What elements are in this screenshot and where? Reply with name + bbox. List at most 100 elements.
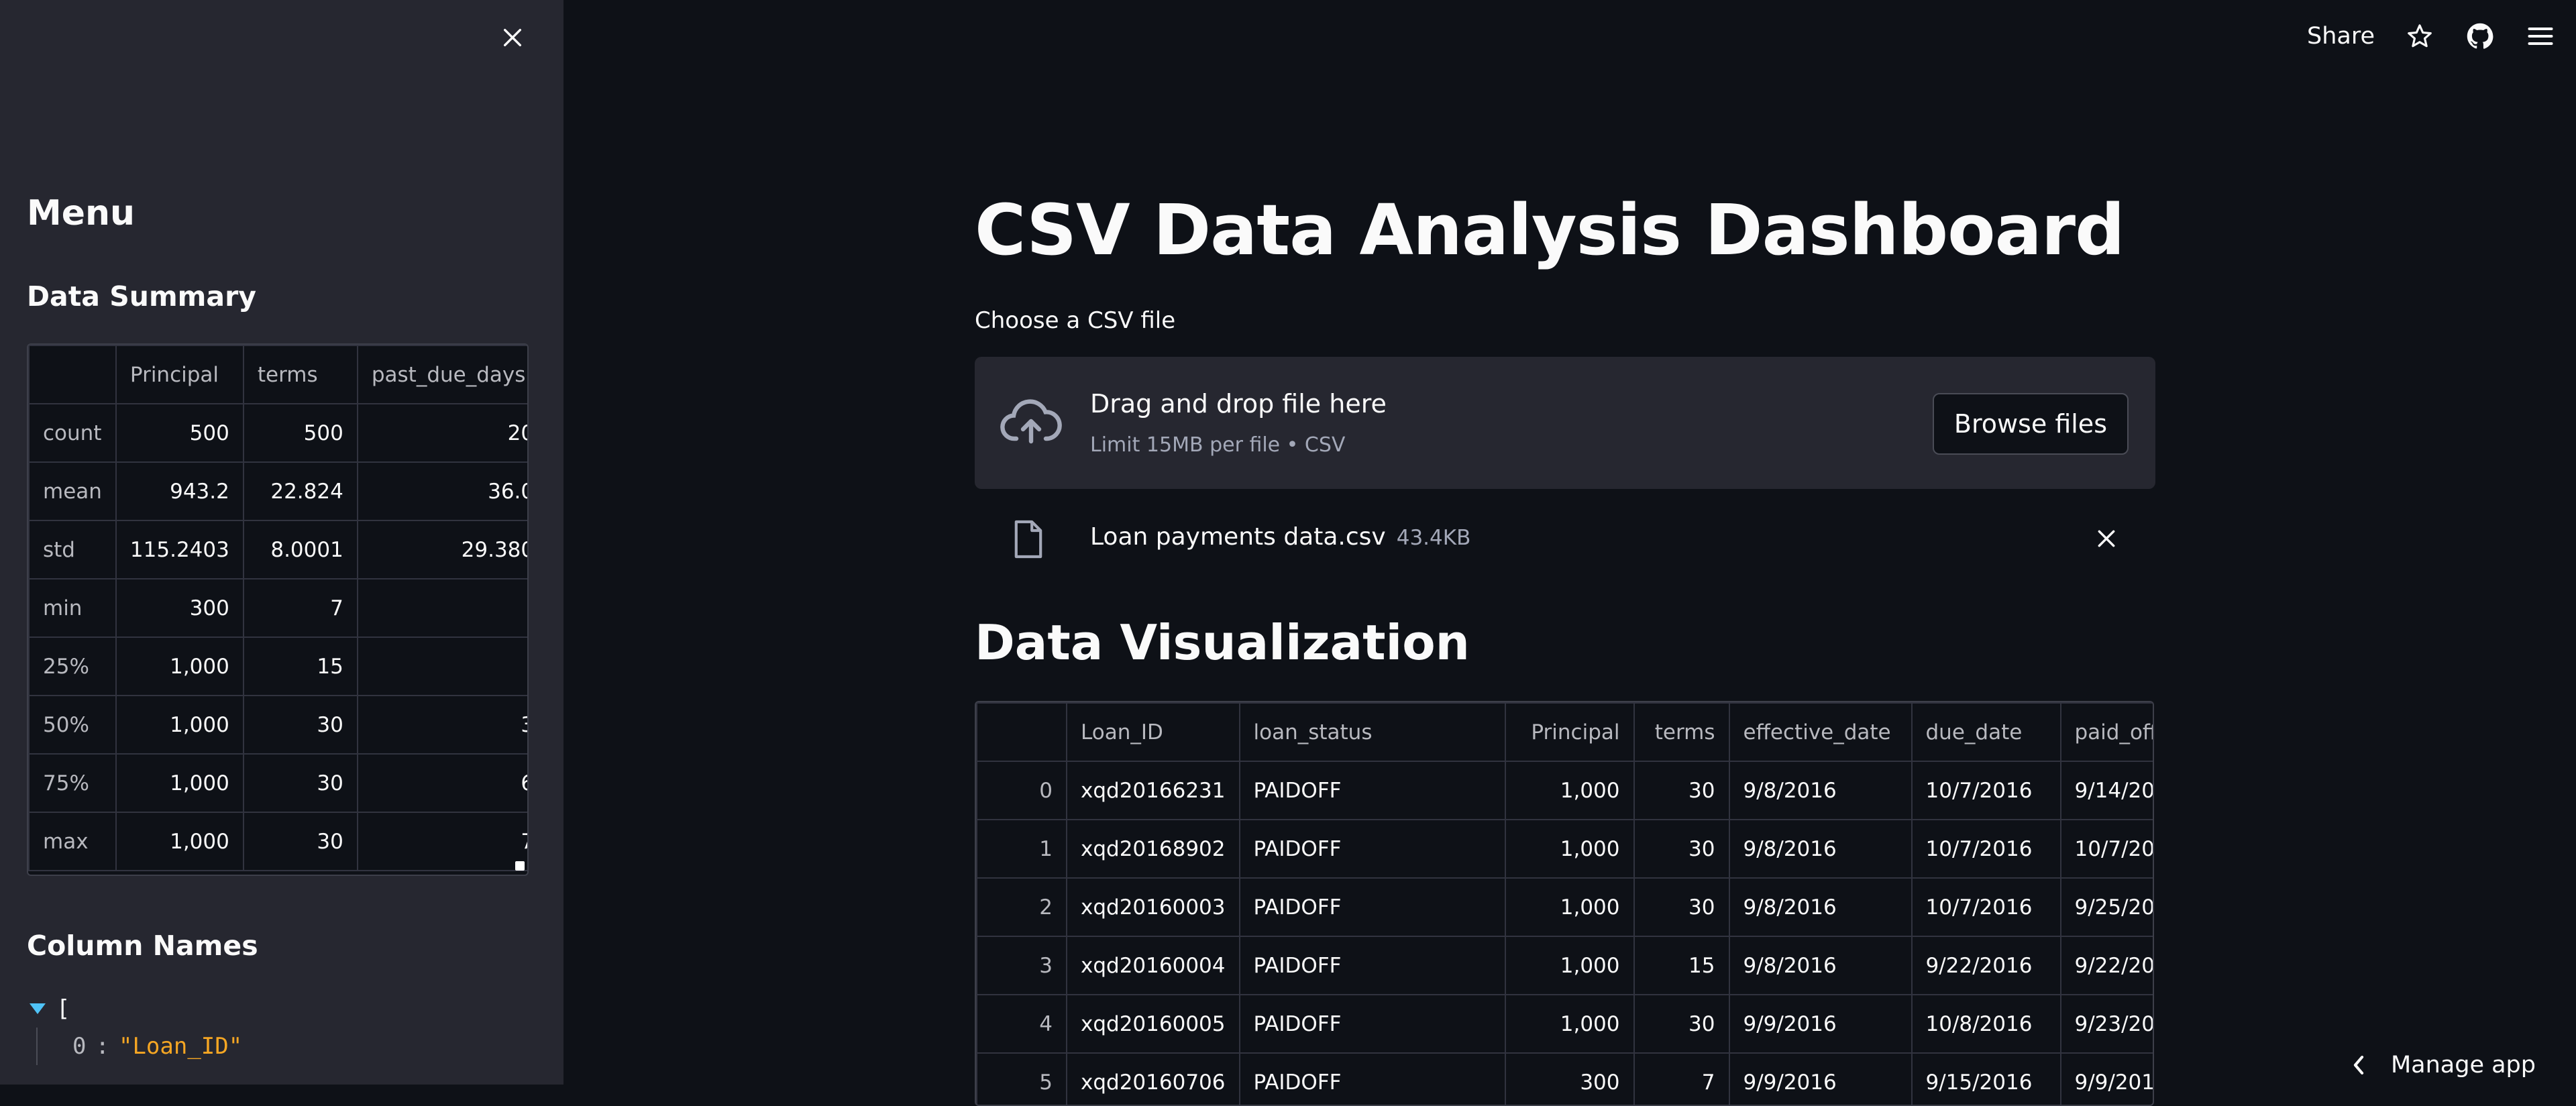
summary-row: 25%1,000153 — [28, 637, 527, 696]
chevron-left-icon — [2353, 1056, 2364, 1074]
summary-column-header: terms — [242, 345, 358, 404]
uploaded-file-name: Loan payments data.csv — [1090, 523, 1386, 551]
summary-cell: 30 — [242, 695, 358, 755]
github-button[interactable] — [2465, 21, 2496, 52]
dropzone-instructions: Drag and drop file here — [1090, 389, 1387, 419]
star-button[interactable] — [2404, 21, 2435, 52]
close-sidebar-button[interactable] — [494, 19, 531, 56]
table-row: 1 xqd20168902 PAIDOFF 1,000 30 9/8/2016 10/7/2… — [976, 819, 2153, 879]
table-cell: PAIDOFF — [1238, 1052, 1506, 1105]
data-visualization-title: Data Visualization — [975, 614, 1470, 671]
summary-cell: 1,000 — [115, 753, 244, 813]
hamburger-menu-icon — [2528, 27, 2553, 46]
json-entry-separator: : — [95, 1033, 109, 1060]
summary-row-label: std — [28, 520, 117, 579]
sidebar: Menu Data Summary Principal terms past_due… — [0, 0, 564, 1085]
data-column-header: Principal — [1504, 702, 1635, 762]
uploaded-file-row: Loan payments data.csv 43.4KB — [975, 511, 2155, 567]
data-column-header: due_date — [1911, 702, 2061, 762]
summary-row: min30071 — [28, 578, 527, 638]
summary-cell: 29.3809 — [356, 520, 527, 579]
summary-row-label: mean — [28, 461, 117, 521]
table-cell: 30 — [1633, 994, 1730, 1054]
app-toolbar: Share — [2307, 13, 2556, 59]
table-cell: 30 — [1633, 819, 1730, 879]
summary-cell: 1 — [356, 578, 527, 638]
summary-cell: 30 — [242, 812, 358, 871]
loan-data-table[interactable]: Loan_ID loan_status Principal terms effectiv… — [975, 701, 2154, 1106]
table-cell: 9/22/2016 — [1911, 936, 2061, 995]
main-menu-button[interactable] — [2525, 21, 2556, 52]
summary-row: max1,0003076 — [28, 812, 527, 871]
table-cell: xqd20166231 — [1066, 761, 1240, 820]
table-cell: 1,000 — [1504, 936, 1635, 995]
row-index: 2 — [976, 877, 1067, 937]
close-icon — [2098, 530, 2115, 547]
delete-file-button[interactable] — [2090, 522, 2123, 555]
table-cell: 15 — [1633, 936, 1730, 995]
table-cell: 10/7/2016 9:00 — [2059, 819, 2153, 879]
data-column-header — [976, 702, 1067, 762]
summary-column-header: Principal — [115, 345, 244, 404]
row-index: 5 — [976, 1052, 1067, 1105]
table-cell: 9/14/2016 19:31 — [2059, 761, 2153, 820]
summary-cell: 60 — [356, 753, 527, 813]
collapse-caret-icon[interactable] — [30, 1003, 46, 1014]
data-column-header: terms — [1633, 702, 1730, 762]
summary-row-label: max — [28, 812, 117, 871]
file-dropzone[interactable]: Drag and drop file here Limit 15MB per f… — [975, 357, 2155, 489]
table-cell: 9/23/2016 21:36 — [2059, 994, 2153, 1054]
dropzone-limit-text: Limit 15MB per file • CSV — [1090, 433, 1346, 457]
table-cell: xqd20160004 — [1066, 936, 1240, 995]
sidebar-menu-title: Menu — [27, 193, 136, 233]
table-cell: 9/22/2016 20:00 — [2059, 936, 2153, 995]
row-index: 4 — [976, 994, 1067, 1054]
table-row: 2 xqd20160003 PAIDOFF 1,000 30 9/8/2016 10/7/2… — [976, 877, 2153, 937]
summary-row: count500500200 — [28, 403, 527, 463]
column-names-title: Column Names — [27, 930, 258, 962]
summary-column-header: past_due_days — [356, 345, 527, 404]
summary-cell: 36.01 — [356, 461, 527, 521]
page-title: CSV Data Analysis Dashboard — [975, 189, 2125, 271]
summary-row-label: 50% — [28, 695, 117, 755]
table-cell: 9/8/2016 — [1728, 761, 1913, 820]
summary-cell: 8.0001 — [242, 520, 358, 579]
data-column-header: paid_off_time — [2059, 702, 2153, 762]
summary-column-header — [28, 345, 117, 404]
table-cell: xqd20168902 — [1066, 819, 1240, 879]
table-cell: 10/7/2016 — [1911, 819, 2061, 879]
summary-cell: 7 — [242, 578, 358, 638]
table-resize-handle[interactable] — [515, 861, 525, 871]
summary-cell: 1,000 — [115, 695, 244, 755]
json-entry-index: 0 — [72, 1033, 87, 1060]
table-row: 3 xqd20160004 PAIDOFF 1,000 15 9/8/2016 9/22/2… — [976, 936, 2153, 995]
row-index: 0 — [976, 761, 1067, 820]
table-cell: xqd20160003 — [1066, 877, 1240, 937]
summary-cell: 37 — [356, 695, 527, 755]
table-cell: 1,000 — [1504, 819, 1635, 879]
data-summary-title: Data Summary — [27, 280, 257, 313]
share-button[interactable]: Share — [2307, 23, 2375, 50]
table-cell: PAIDOFF — [1238, 936, 1506, 995]
table-cell: 1,000 — [1504, 761, 1635, 820]
table-cell: 9/15/2016 — [1911, 1052, 2061, 1105]
summary-cell: 30 — [242, 753, 358, 813]
table-row: 4 xqd20160005 PAIDOFF 1,000 30 9/9/2016 10/8/2… — [976, 994, 2153, 1054]
table-cell: 9/8/2016 — [1728, 819, 1913, 879]
summary-cell: 15 — [242, 637, 358, 696]
browse-files-button[interactable]: Browse files — [1932, 393, 2129, 455]
table-cell: 10/7/2016 — [1911, 761, 2061, 820]
table-cell: 7 — [1633, 1052, 1730, 1105]
table-cell: 9/9/2016 — [1728, 994, 1913, 1054]
table-cell: xqd20160706 — [1066, 1052, 1240, 1105]
table-row: 0 xqd20166231 PAIDOFF 1,000 30 9/8/2016 10/7/2… — [976, 761, 2153, 820]
data-column-header: effective_date — [1728, 702, 1913, 762]
json-entry-value: "Loan_ID" — [118, 1033, 243, 1060]
table-cell: 9/8/2016 — [1728, 936, 1913, 995]
manage-app-button[interactable]: Manage app — [2351, 1052, 2536, 1079]
table-cell: xqd20160005 — [1066, 994, 1240, 1054]
data-summary-table[interactable]: Principaltermspast_due_daysa count500500… — [27, 343, 529, 876]
table-cell: 30 — [1633, 877, 1730, 937]
table-cell: PAIDOFF — [1238, 994, 1506, 1054]
json-open-bracket: [ — [56, 995, 70, 1022]
